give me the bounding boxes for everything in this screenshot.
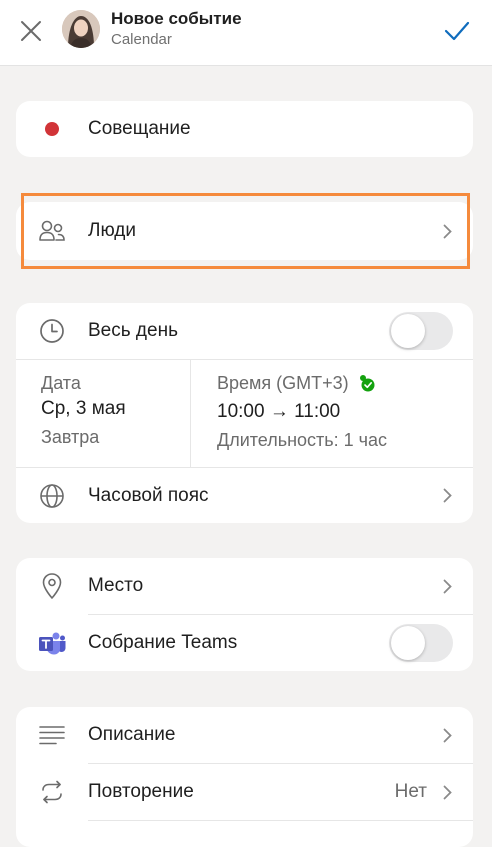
calendar-name: Calendar	[111, 31, 172, 48]
timezone-label: Часовой пояс	[88, 484, 209, 506]
time-value: 10:00 → 11:00	[217, 401, 341, 422]
people-row[interactable]: Люди	[16, 202, 473, 260]
description-row[interactable]: Описание	[16, 707, 473, 763]
teams-label: Собрание Teams	[88, 632, 238, 653]
people-icon	[38, 217, 66, 245]
chevron-right-icon	[441, 784, 453, 800]
title-block: Новое событие Calendar	[111, 9, 242, 50]
event-title-row[interactable]: Совещание	[16, 101, 473, 157]
event-title-card: Совещание	[16, 101, 473, 157]
repeat-value: Нет	[394, 781, 427, 802]
location-card: Место Собрание Teams	[16, 558, 473, 671]
repeat-icon	[38, 778, 66, 806]
date-label: Дата	[41, 373, 81, 393]
all-day-label: Весь день	[88, 320, 178, 341]
chevron-right-icon	[441, 223, 453, 239]
details-card: Описание Повторение Нет	[16, 707, 473, 847]
event-title-text[interactable]: Совещание	[88, 118, 191, 140]
timezone-row[interactable]: Часовой пояс	[16, 468, 473, 523]
teams-icon	[38, 629, 66, 657]
location-label: Место	[88, 575, 144, 596]
repeat-label: Повторение	[88, 781, 194, 802]
location-row[interactable]: Место	[16, 558, 473, 614]
people-card: Люди	[16, 202, 473, 260]
duration-text: Длительность: 1 час	[217, 430, 388, 450]
date-picker[interactable]: Дата Ср, 3 мая Завтра	[16, 360, 191, 467]
status-available-icon	[357, 374, 377, 397]
event-color-icon[interactable]	[38, 115, 66, 143]
all-day-row: Весь день	[16, 303, 473, 359]
close-button[interactable]	[14, 14, 48, 48]
chevron-right-icon	[441, 488, 453, 504]
teams-meeting-toggle[interactable]	[389, 624, 453, 662]
close-icon	[21, 21, 41, 41]
save-button[interactable]	[440, 14, 474, 48]
text-lines-icon	[38, 721, 66, 749]
all-day-toggle[interactable]	[389, 312, 453, 350]
chevron-right-icon	[441, 727, 453, 743]
avatar[interactable]	[62, 10, 100, 48]
description-label: Описание	[88, 724, 176, 745]
people-label: Люди	[88, 220, 137, 241]
clock-icon	[38, 317, 66, 345]
teams-row: Собрание Teams	[16, 615, 473, 671]
date-relative: Завтра	[41, 427, 100, 447]
date-value: Ср, 3 мая	[41, 398, 126, 419]
chevron-right-icon	[441, 578, 453, 594]
checkmark-icon	[444, 21, 470, 41]
time-label: Время (GMT+3)	[217, 373, 349, 393]
page-title: Новое событие	[111, 9, 242, 28]
datetime-section: Дата Ср, 3 мая Завтра Время (GMT+3) 10:0…	[16, 360, 473, 467]
location-pin-icon	[38, 572, 66, 600]
globe-icon	[38, 482, 66, 510]
header: Новое событие Calendar	[0, 0, 492, 66]
time-picker[interactable]: Время (GMT+3) 10:00 → 11:00 Длительность…	[191, 360, 473, 467]
datetime-card: Весь день Дата Ср, 3 мая Завтра Время (G…	[16, 303, 473, 523]
repeat-row[interactable]: Повторение Нет	[16, 764, 473, 820]
